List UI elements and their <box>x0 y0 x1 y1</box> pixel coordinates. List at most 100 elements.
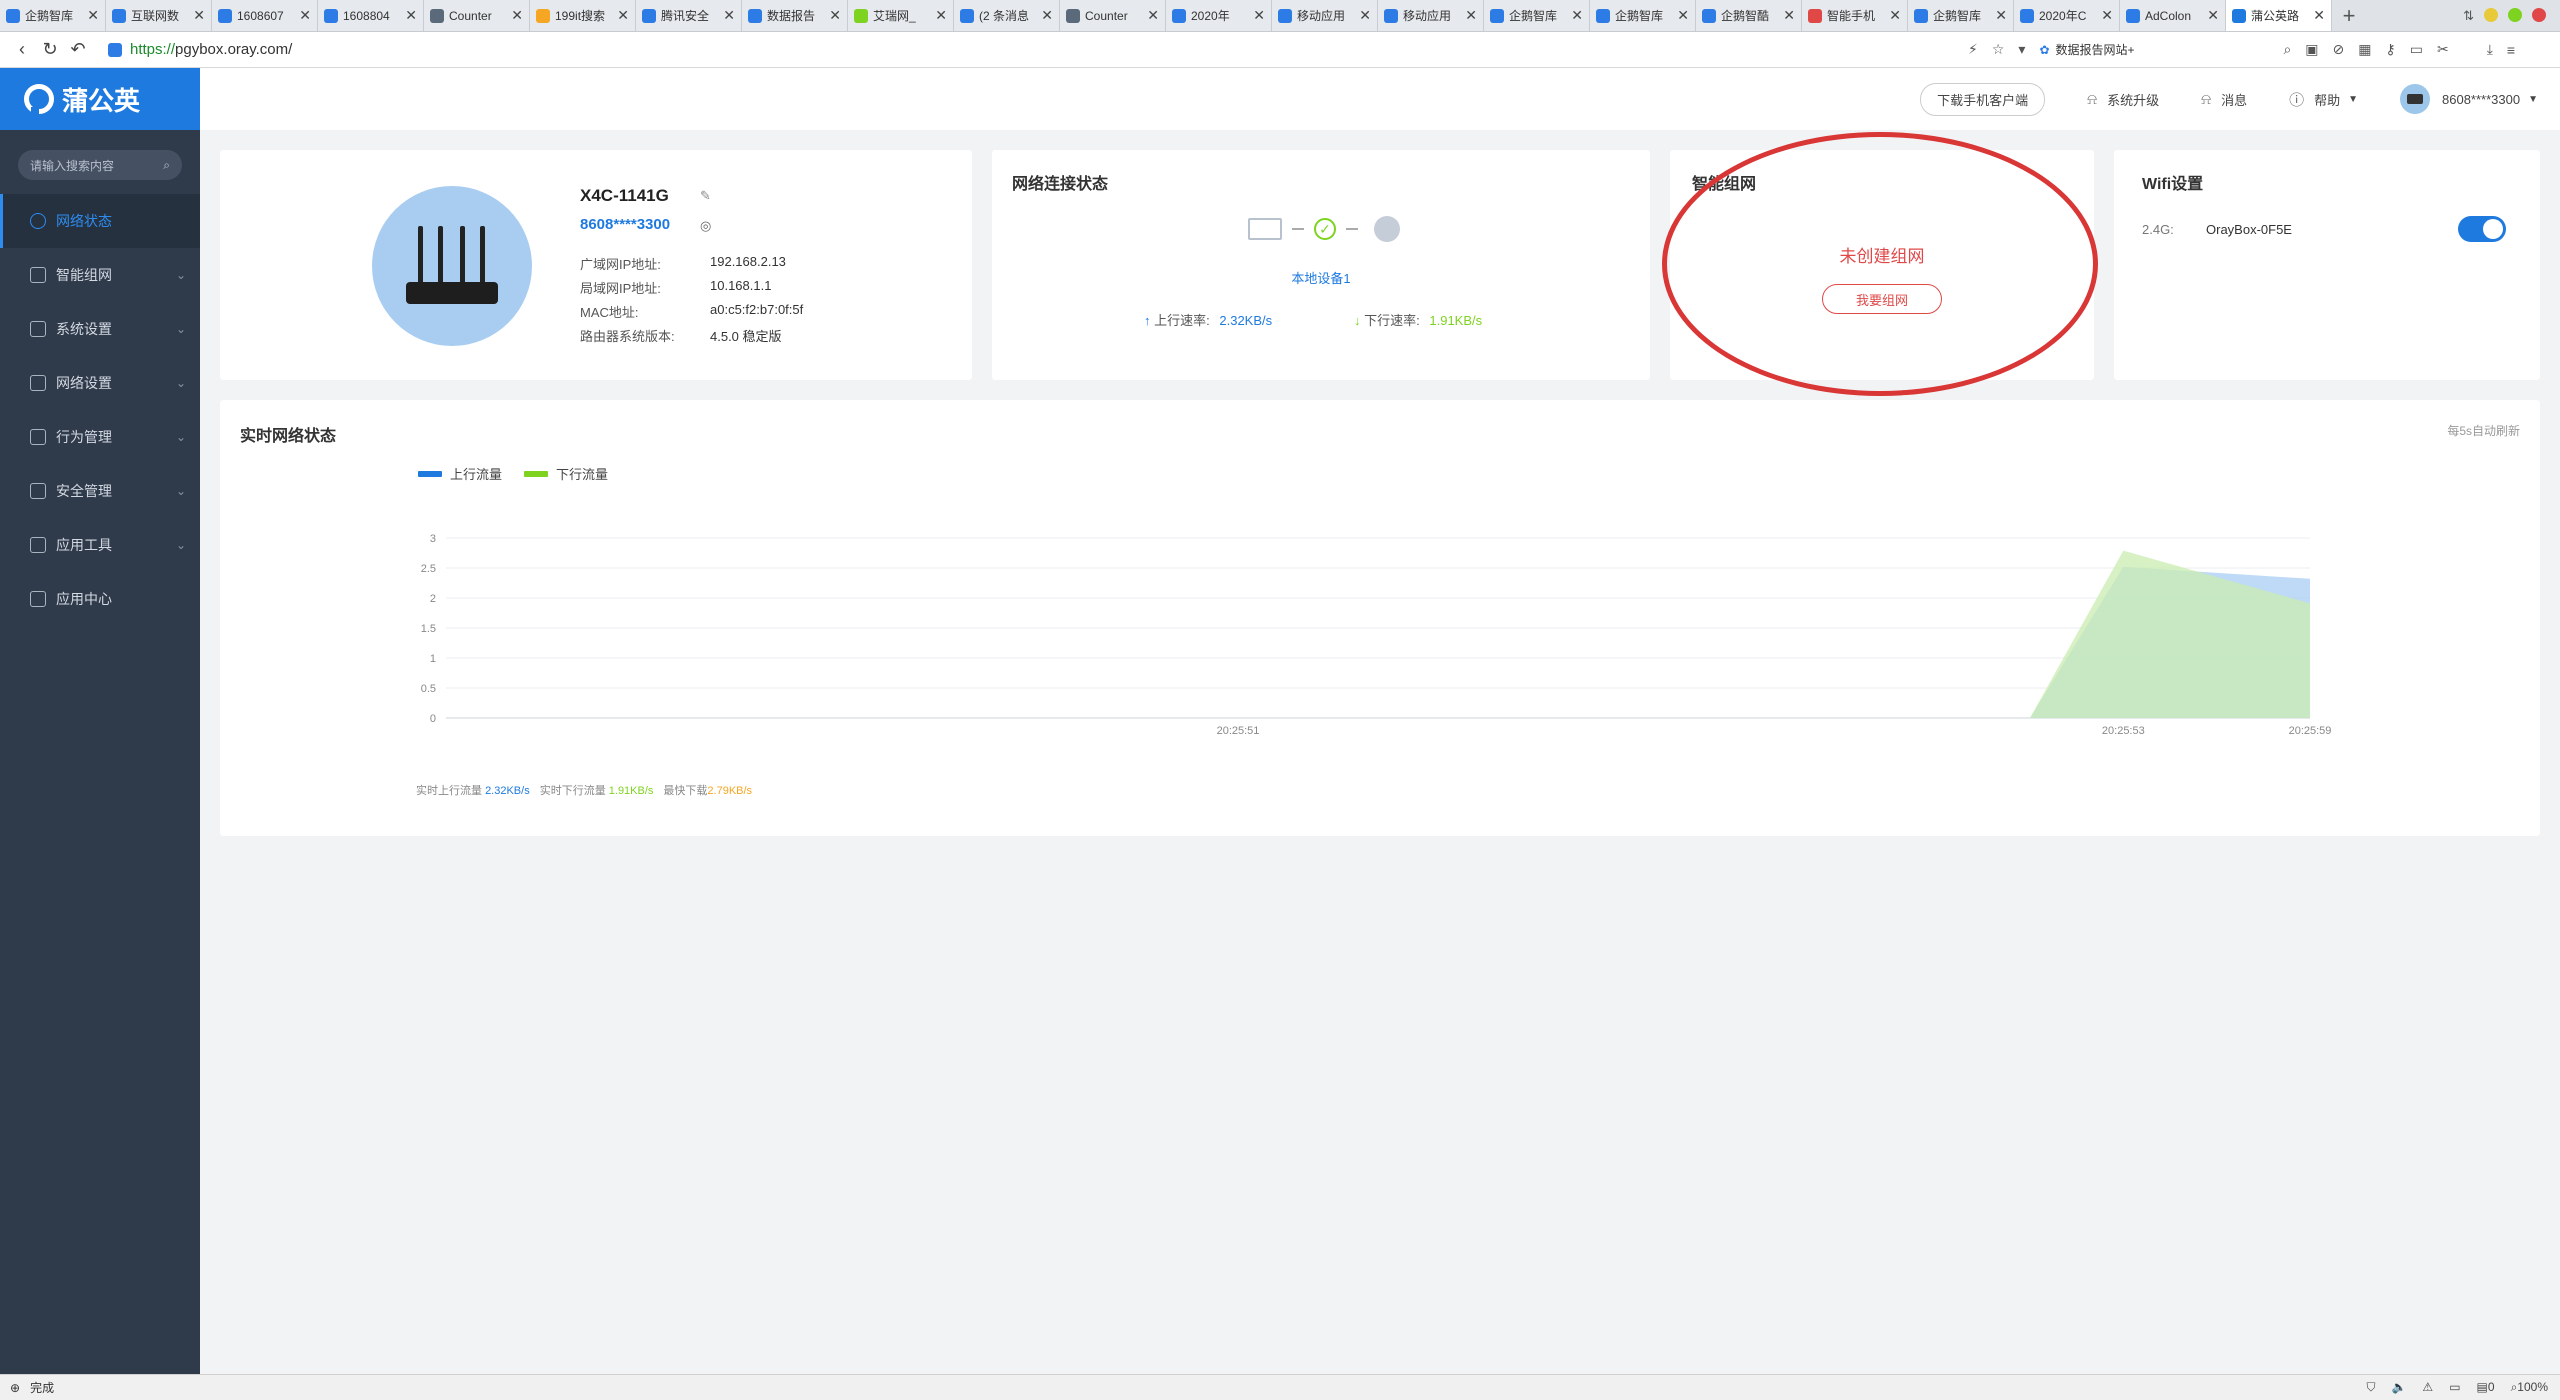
user-menu[interactable]: 8608****3300 ▼ <box>2400 84 2538 114</box>
tab-close-icon[interactable]: ✕ <box>405 7 417 24</box>
tab-close-icon[interactable]: ✕ <box>1465 7 1477 24</box>
tab-close-icon[interactable]: ✕ <box>1783 7 1795 24</box>
browser-tab[interactable]: 企鹅智库 ✕ <box>0 0 106 31</box>
sidebar-item[interactable]: 网络状态 <box>0 194 200 248</box>
tab-favicon-icon <box>2126 8 2140 23</box>
browser-tab[interactable]: 1608804 ✕ <box>318 0 424 31</box>
browser-tab[interactable]: 2020年C ✕ <box>2014 0 2120 31</box>
browser-tab[interactable]: Counter ✕ <box>1060 0 1166 31</box>
tab-close-icon[interactable]: ✕ <box>829 7 841 24</box>
sidebar-item[interactable]: 智能组网 ⌄ <box>0 248 200 302</box>
tab-close-icon[interactable]: ✕ <box>511 7 523 24</box>
undo-icon[interactable]: ↶ <box>64 39 92 60</box>
tab-title: AdColon <box>2145 8 2192 23</box>
sidebar-nav: 网络状态 智能组网 ⌄ 系统设置 ⌄ 网络设置 ⌄ 行为管理 ⌄ 安全管理 ⌄ 应用工具 ⌄ 应用中心 <box>0 194 200 626</box>
local-device-link[interactable]: 本地设备1 <box>992 268 1650 287</box>
browser-tab[interactable]: 199it搜索 ✕ <box>530 0 636 31</box>
tab-close-icon[interactable]: ✕ <box>2101 7 2113 24</box>
extension-icon[interactable]: ▣ <box>2305 41 2318 58</box>
search-icon[interactable]: ⌕ <box>2283 41 2291 58</box>
down-arrow-icon: ↓ <box>1354 313 1361 328</box>
browser-tab[interactable]: 企鹅智酷 ✕ <box>1696 0 1802 31</box>
browser-tab[interactable]: 智能手机 ✕ <box>1802 0 1908 31</box>
browser-tab[interactable]: 2020年 ✕ <box>1166 0 1272 31</box>
tab-close-icon[interactable]: ✕ <box>723 7 735 24</box>
star-icon[interactable]: ☆ <box>1992 41 2005 58</box>
browser-tab[interactable]: AdColon ✕ <box>2120 0 2226 31</box>
edit-icon[interactable]: ✎ <box>700 188 711 204</box>
search-suggest[interactable]: ✿ 数据报告网站+ <box>2039 41 2269 58</box>
browser-tab[interactable]: 腾讯安全 ✕ <box>636 0 742 31</box>
tab-close-icon[interactable]: ✕ <box>1677 7 1689 24</box>
sidebar-item[interactable]: 应用中心 <box>0 572 200 626</box>
shield-check-icon[interactable]: ⛉ <box>2366 1380 2375 1395</box>
tab-close-icon[interactable]: ✕ <box>1889 7 1901 24</box>
tab-title: 移动应用 <box>1297 9 1346 23</box>
scissors-icon[interactable]: ✂ <box>2437 41 2449 58</box>
browser-tab[interactable]: 企鹅智库 ✕ <box>1590 0 1696 31</box>
browser-tab[interactable]: 移动应用 ✕ <box>1272 0 1378 31</box>
back-icon[interactable]: ‹ <box>8 39 36 60</box>
tab-title: 1608607 <box>237 8 284 23</box>
search-placeholder: 请输入搜索内容 <box>30 158 115 173</box>
sidebar-item[interactable]: 网络设置 ⌄ <box>0 356 200 410</box>
browser-tab[interactable]: (2 条消息 ✕ <box>954 0 1060 31</box>
tab-close-icon[interactable]: ✕ <box>1995 7 2007 24</box>
tab-close-icon[interactable]: ✕ <box>1253 7 1265 24</box>
router-antenna <box>438 226 443 284</box>
tab-close-icon[interactable]: ✕ <box>1147 7 1159 24</box>
browser-tab[interactable]: 企鹅智库 ✕ <box>1484 0 1590 31</box>
tab-close-icon[interactable]: ✕ <box>1571 7 1583 24</box>
wifi-toggle[interactable] <box>2458 216 2506 242</box>
sidebar-search-input[interactable]: 请输入搜索内容 ⌕ <box>18 150 182 180</box>
new-tab-button[interactable]: + <box>2332 0 2366 31</box>
tab-close-icon[interactable]: ✕ <box>1359 7 1371 24</box>
url-field[interactable]: https:// pgybox.oray.com/ <box>108 41 1968 58</box>
browser-tab[interactable]: 艾瑞网_ ✕ <box>848 0 954 31</box>
speaker-icon[interactable]: 🔈 <box>2391 1380 2406 1395</box>
minimize-icon[interactable] <box>2484 8 2498 22</box>
lightning-icon[interactable]: ⚡ <box>1968 41 1978 58</box>
eye-hidden-icon[interactable]: ◎ <box>700 218 711 234</box>
browser-tab[interactable]: 1608607 ✕ <box>212 0 318 31</box>
key-icon[interactable]: ⚷ <box>2385 41 2395 58</box>
menu-icon[interactable]: ≡ <box>2507 42 2515 58</box>
sort-icon[interactable]: ⇅ <box>2463 8 2474 24</box>
help-button[interactable]: ⓘ 帮助 ▼ <box>2289 89 2358 110</box>
tab-close-icon[interactable]: ✕ <box>193 7 205 24</box>
browser-tab[interactable]: Counter ✕ <box>424 0 530 31</box>
sidebar-item[interactable]: 行为管理 ⌄ <box>0 410 200 464</box>
maximize-icon[interactable] <box>2508 8 2522 22</box>
tab-close-icon[interactable]: ✕ <box>935 7 947 24</box>
sidebar-item[interactable]: 系统设置 ⌄ <box>0 302 200 356</box>
sidebar-item[interactable]: 安全管理 ⌄ <box>0 464 200 518</box>
sidebar-item[interactable]: 应用工具 ⌄ <box>0 518 200 572</box>
browser-tab[interactable]: 互联网数 ✕ <box>106 0 212 31</box>
tab-close-icon[interactable]: ✕ <box>617 7 629 24</box>
app-logo[interactable]: 蒲公英 <box>0 68 200 130</box>
tab-close-icon[interactable]: ✕ <box>87 7 99 24</box>
dropdown-icon[interactable]: ▾ <box>2018 41 2025 58</box>
browser-tab[interactable]: 蒲公英路 ✕ <box>2226 0 2332 31</box>
window-icon[interactable]: ▭ <box>2410 41 2423 58</box>
download-app-button[interactable]: 下载手机客户端 <box>1920 82 2046 116</box>
tab-close-icon[interactable]: ✕ <box>2313 7 2325 24</box>
tab-close-icon[interactable]: ✕ <box>299 7 311 24</box>
grid-icon[interactable]: ▦ <box>2358 41 2371 58</box>
system-upgrade-button[interactable]: ⍾ 系统升级 <box>2087 90 2159 109</box>
tab-close-icon[interactable]: ✕ <box>1041 7 1053 24</box>
browser-tab[interactable]: 数据报告 ✕ <box>742 0 848 31</box>
warning-icon[interactable]: ⚠ <box>2422 1380 2433 1395</box>
messages-button[interactable]: ⍾ 消息 <box>2201 90 2247 109</box>
reload-icon[interactable]: ↻ <box>36 39 64 60</box>
cast-icon[interactable]: ▭ <box>2449 1380 2460 1395</box>
zoom-level[interactable]: ⌕100% <box>2511 1380 2548 1395</box>
avatar <box>2400 84 2431 114</box>
block-icon[interactable]: ⊘ <box>2333 41 2345 58</box>
tab-close-icon[interactable]: ✕ <box>2207 7 2219 24</box>
close-icon[interactable] <box>2532 8 2546 22</box>
download-count[interactable]: ▤0 <box>2477 1380 2495 1395</box>
browser-tab[interactable]: 企鹅智库 ✕ <box>1908 0 2014 31</box>
browser-tab[interactable]: 移动应用 ✕ <box>1378 0 1484 31</box>
download-icon[interactable]: ⤓ <box>2487 41 2493 58</box>
